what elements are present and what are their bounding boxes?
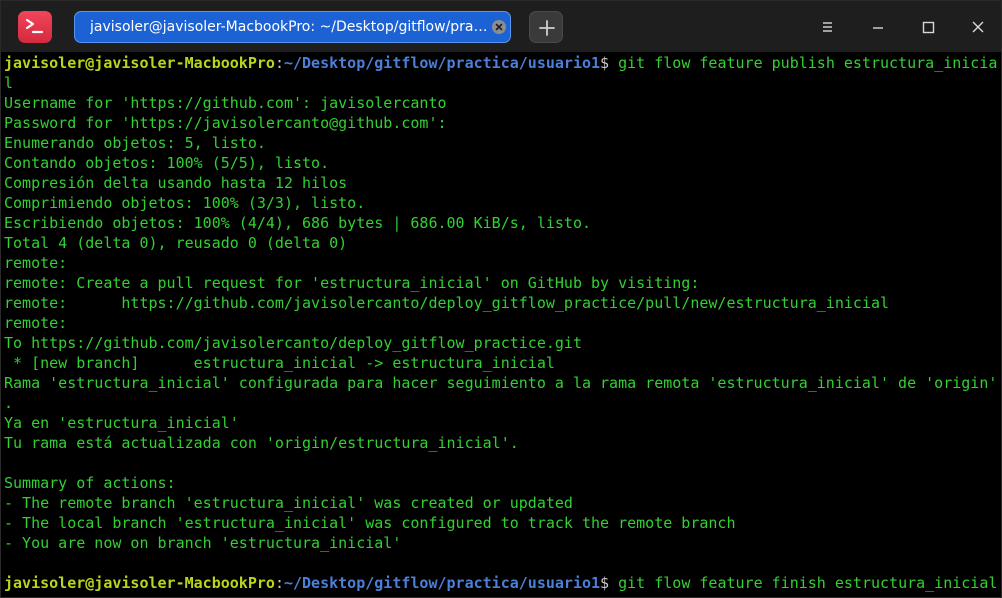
- output-line: Username for 'https://github.com': javis…: [4, 94, 447, 112]
- prompt-path: ~/Desktop/gitflow/practica/usuario1: [283, 574, 601, 592]
- terminal-output[interactable]: javisoler@javisoler-MacbookPro:~/Desktop…: [1, 52, 1001, 597]
- output-line: remote:: [4, 314, 68, 332]
- output-line: Contando objetos: 100% (5/5), listo.: [4, 154, 330, 172]
- command-text: git flow feature publish estructura_inic…: [618, 54, 998, 72]
- output-line: - The remote branch 'estructura_inicial'…: [4, 494, 573, 512]
- tab-close-icon[interactable]: [492, 20, 506, 34]
- prompt-user-host: javisoler@javisoler-MacbookPro: [4, 574, 275, 592]
- prompt-user-host: javisoler@javisoler-MacbookPro: [4, 54, 275, 72]
- command-line: javisoler@javisoler-MacbookPro:~/Desktop…: [4, 573, 1001, 593]
- output-line: Tu rama está actualizada con 'origin/est…: [4, 434, 519, 452]
- minimize-icon[interactable]: [865, 14, 891, 40]
- terminal-window: javisoler@javisoler-MacbookPro: ~/Deskto…: [0, 0, 1002, 598]
- prompt-path: ~/Desktop/gitflow/practica/usuario1: [283, 54, 601, 72]
- tab-title: javisoler@javisoler-MacbookPro: ~/Deskto…: [90, 19, 495, 35]
- command-line: javisoler@javisoler-MacbookPro:~/Desktop…: [4, 53, 1001, 73]
- output-line: remote: Create a pull request for 'estru…: [4, 274, 700, 292]
- output-line: Comprimiendo objetos: 100% (3/3), listo.: [4, 194, 366, 212]
- output-line: - You are now on branch 'estructura_inic…: [4, 534, 402, 552]
- output-line: * [new branch] estructura_inicial -> est…: [4, 354, 555, 372]
- output-line: - The local branch 'estructura_inicial' …: [4, 514, 736, 532]
- output-line: Escribiendo objetos: 100% (4/4), 686 byt…: [4, 214, 591, 232]
- command-wrap-line: l: [4, 73, 1001, 93]
- command-text: git flow feature finish estructura_inici…: [618, 574, 998, 592]
- new-tab-button[interactable]: [529, 11, 563, 43]
- tab-terminal[interactable]: javisoler@javisoler-MacbookPro: ~/Deskto…: [74, 11, 511, 43]
- output-line: remote: https://github.com/javisolercant…: [4, 294, 890, 312]
- output-line: Summary of actions:: [4, 474, 176, 492]
- output-line: Ya en 'estructura_inicial': [4, 414, 239, 432]
- output-line: Password for 'https://javisolercanto@git…: [4, 114, 447, 132]
- output-line: .: [4, 394, 14, 412]
- prompt-separator: :: [274, 574, 284, 592]
- prompt-symbol: $: [600, 574, 619, 592]
- plus-icon: [539, 20, 555, 36]
- output-line: Compresión delta usando hasta 12 hilos: [4, 174, 348, 192]
- output-line: remote:: [4, 254, 68, 272]
- title-bar[interactable]: javisoler@javisoler-MacbookPro: ~/Deskto…: [1, 1, 1001, 52]
- command-text-wrap: l: [4, 74, 14, 92]
- hamburger-menu-icon[interactable]: [814, 14, 840, 40]
- prompt-separator: :: [274, 54, 284, 72]
- output-line: Rama 'estructura_inicial' configurada pa…: [4, 374, 998, 392]
- maximize-icon[interactable]: [915, 14, 941, 40]
- output-line: Total 4 (delta 0), reusado 0 (delta 0): [4, 234, 348, 252]
- output-line: To https://github.com/javisolercanto/dep…: [4, 334, 582, 352]
- output-block: Username for 'https://github.com': javis…: [4, 93, 1001, 573]
- prompt-symbol: $: [600, 54, 619, 72]
- output-line: Enumerando objetos: 5, listo.: [4, 134, 266, 152]
- terminal-app-icon[interactable]: [18, 11, 52, 43]
- close-icon[interactable]: [965, 14, 991, 40]
